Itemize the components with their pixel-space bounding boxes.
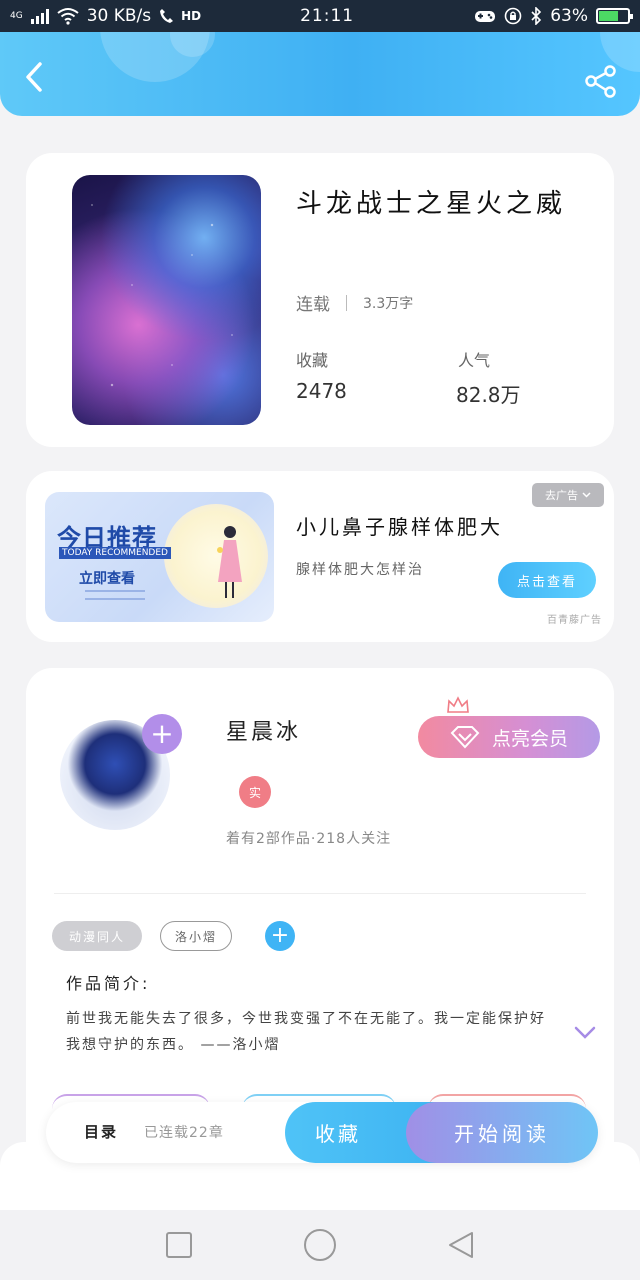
chevron-down-icon [582,492,591,498]
serial-status: 连载 [296,295,330,315]
ad-view-button[interactable]: 点击查看 [498,562,596,598]
bottom-action-bar: 目录 已连载22章 收藏 开始阅读 [46,1102,598,1163]
system-nav-bar [0,1210,640,1280]
home-icon[interactable] [303,1228,337,1262]
ad-image-cta: 立即查看 [79,571,135,587]
ad-image-subtitle: TODAY RECOMMENDED [59,547,171,559]
share-button[interactable] [584,64,618,98]
intro-text: 前世我无能失去了很多，今世我变强了不在无能了。我一定能保护好我想守护的东西。 —… [66,1011,546,1053]
ad-source-label: 百青藤广告 [547,615,602,626]
collect-value: 2478 [296,379,347,403]
ad-banner-image[interactable]: 今日推荐 TODAY RECOMMENDED 立即查看 [45,492,274,622]
header-bar [0,32,640,116]
start-reading-button[interactable]: 开始阅读 [406,1102,598,1163]
expand-chevron-icon[interactable] [574,1026,596,1040]
collect-label: 收藏 [296,351,329,370]
wifi-icon [57,8,79,25]
network-type-label: 4G [10,10,23,21]
toc-chapter-count[interactable]: 已连载22章 [144,1122,224,1142]
add-tag-button[interactable]: + [265,921,295,951]
intro-label: 作品简介: [66,974,151,993]
follow-author-button[interactable]: + [142,714,182,754]
back-nav-icon[interactable] [446,1230,476,1260]
author-meta: 着有2部作品·218人关注 [226,831,392,847]
game-controller-icon [475,11,496,22]
crown-icon [447,696,469,713]
book-info-card: 斗龙战士之星火之威 连载 3.3万字 收藏 2478 人气 82.8万 [26,153,614,447]
recent-apps-icon[interactable] [164,1230,194,1260]
tag-anime-fanfic[interactable]: 动漫同人 [52,921,142,951]
signal-icon [30,8,49,24]
verified-badge: 实 [239,776,271,808]
network-speed: 30 KB/s [86,6,152,26]
remove-ad-button[interactable]: 去广告 [532,483,604,507]
popularity-label: 人气 [458,351,491,370]
phone-icon [160,9,174,23]
tag-author[interactable]: 洛小熠 [160,921,232,951]
status-bar: 4G 30 KB/s HD 21:11 63% [0,0,640,32]
battery-percent: 63% [550,6,588,26]
author-name: 星晨冰 [226,720,302,745]
divider [54,893,586,894]
popularity-value: 82.8万 [456,383,521,407]
book-title: 斗龙战士之星火之威 [296,189,567,219]
ad-description: 腺样体肥大怎样治 [296,562,424,578]
remove-ad-label: 去广告 [545,489,578,502]
vip-button-label: 点亮会员 [491,727,568,750]
ad-title: 小儿鼻子腺样体肥大 [296,515,503,539]
ad-card[interactable]: 今日推荐 TODAY RECOMMENDED 立即查看 去广告 小儿鼻子腺样体肥… [26,471,614,642]
book-cover-image[interactable] [72,175,261,425]
clock: 21:11 [300,6,355,26]
book-status-row: 连载 3.3万字 [296,290,413,315]
diamond-icon [450,726,480,749]
lock-rotation-icon [504,7,522,25]
back-button[interactable] [18,60,52,94]
word-count: 3.3万字 [363,295,414,312]
toc-label[interactable]: 目录 [84,1121,118,1142]
vip-button[interactable]: 点亮会员 [418,716,600,758]
battery-icon [596,8,633,24]
girl-illustration-icon [217,526,242,598]
bluetooth-icon [531,7,542,25]
